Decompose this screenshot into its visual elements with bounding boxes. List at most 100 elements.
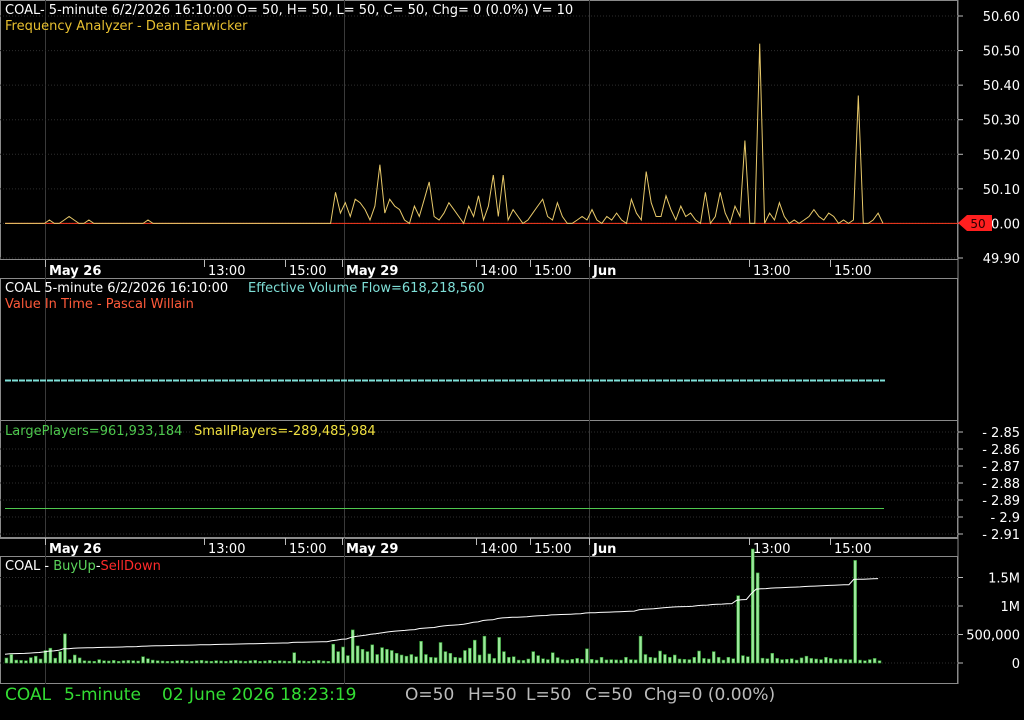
buyup-bar bbox=[151, 659, 155, 664]
buyup-bar bbox=[789, 658, 794, 664]
buyup-bar bbox=[526, 658, 531, 664]
buyup-bar bbox=[638, 635, 643, 664]
buyup-bar bbox=[341, 646, 345, 664]
buyup-bar bbox=[365, 651, 370, 664]
buyup-bar bbox=[629, 659, 633, 664]
buyup-bar bbox=[116, 660, 121, 664]
buyup-bar bbox=[53, 657, 57, 664]
buyup-bar bbox=[692, 656, 696, 664]
buyup-bar bbox=[190, 660, 194, 664]
buyup-bar bbox=[414, 656, 418, 664]
buyup-bar bbox=[194, 660, 199, 664]
buyup-bar bbox=[131, 660, 136, 664]
frequency-analyzer-line bbox=[5, 43, 884, 225]
buyup-bar bbox=[302, 660, 306, 664]
status-bar: COAL 5-minute 02 June 2026 18:23:19 O=50… bbox=[0, 684, 1024, 720]
buyup-bar bbox=[375, 654, 379, 664]
buyup-bar bbox=[785, 658, 789, 664]
y-tick-label: 50.50 bbox=[983, 45, 1020, 60]
price-marker-label: 50 bbox=[970, 217, 985, 231]
date-tick-label: 13:00 bbox=[208, 264, 245, 279]
buyup-bar bbox=[833, 659, 838, 664]
buyup-bar bbox=[433, 657, 438, 664]
buyup-bar bbox=[287, 660, 292, 664]
small-players-label: SmallPlayers=-289,485,984 bbox=[194, 424, 376, 439]
buyup-bar bbox=[687, 659, 692, 664]
buyup-bar bbox=[214, 660, 218, 664]
buyup-bar bbox=[29, 657, 33, 664]
buyup-bar bbox=[33, 655, 38, 664]
date-tick-label: 15:00 bbox=[534, 264, 571, 279]
buyup-bar bbox=[750, 548, 755, 664]
buyup-bar bbox=[511, 656, 516, 664]
date-tick-label: 13:00 bbox=[753, 264, 790, 279]
effective-volume-flow-label: Effective Volume Flow=618,218,560 bbox=[248, 281, 485, 296]
y-tick-label: 1M bbox=[1001, 600, 1021, 615]
buyup-bar bbox=[170, 660, 175, 664]
y-tick-label: - 2.9 bbox=[991, 511, 1021, 526]
buyup-bar bbox=[468, 647, 472, 664]
y-tick-label: - 2.91 bbox=[982, 528, 1020, 543]
buyup-bar bbox=[297, 660, 301, 664]
buyup-bar bbox=[541, 658, 545, 664]
buyup-bar bbox=[536, 655, 540, 664]
buyup-bar bbox=[424, 654, 428, 664]
buyup-bar bbox=[92, 660, 97, 664]
buyup-bar bbox=[175, 660, 179, 664]
status-symbol: COAL bbox=[5, 685, 52, 705]
date-tick-label: 15:00 bbox=[834, 264, 871, 279]
buyup-bar bbox=[472, 639, 477, 664]
buyup-bar bbox=[736, 595, 740, 664]
date-tick-label: 14:00 bbox=[480, 542, 517, 557]
date-axis-top: May 26 13:00 15:00 May 29 14:00 15:00 Jun 13:00… bbox=[0, 259, 958, 279]
panel2-header: COAL 5-minute 6/2/2026 16:10:00 bbox=[5, 281, 228, 296]
buyup-bar bbox=[775, 658, 779, 664]
status-interval: 5-minute bbox=[64, 685, 141, 705]
buyup-bar bbox=[4, 657, 9, 664]
buyup-bar bbox=[721, 659, 726, 664]
buyup-bar bbox=[448, 652, 453, 664]
buyup-bar bbox=[653, 657, 657, 664]
buyup-bar bbox=[731, 658, 735, 664]
buyup-bar bbox=[702, 658, 706, 664]
buyup-bar bbox=[248, 660, 253, 664]
buyup-bar bbox=[282, 660, 287, 664]
y-tick-label: 50.20 bbox=[983, 148, 1020, 163]
buyup-bar bbox=[780, 659, 784, 664]
buyup-bar bbox=[804, 655, 809, 664]
buyup-bar bbox=[419, 640, 423, 664]
buyup-bar bbox=[24, 660, 28, 664]
buyup-bar bbox=[77, 657, 82, 664]
buyup-bar bbox=[199, 660, 204, 664]
y-tick-label: - 2.88 bbox=[982, 477, 1020, 492]
buyup-bar bbox=[672, 654, 677, 664]
buyup-bar bbox=[663, 654, 667, 664]
buyup-bar bbox=[546, 659, 550, 664]
buyup-bar bbox=[458, 657, 462, 664]
buyup-bar bbox=[443, 651, 448, 664]
buyup-bar bbox=[272, 660, 277, 664]
buyup-bar bbox=[389, 650, 394, 664]
status-change: Chg=0 (0.00%) bbox=[644, 685, 776, 705]
buyup-bar bbox=[819, 659, 823, 664]
buyup-bar bbox=[619, 659, 623, 664]
buyup-bar bbox=[668, 656, 672, 664]
buyup-bar bbox=[516, 659, 521, 664]
buyup-bar bbox=[68, 659, 72, 664]
panel4-symbol: COAL - bbox=[5, 559, 53, 574]
buyup-bar bbox=[307, 660, 311, 664]
buyup-bar bbox=[716, 656, 721, 664]
buyup-bar bbox=[107, 660, 111, 664]
buyup-bar bbox=[497, 637, 501, 664]
y-tick-label: 0 bbox=[1012, 657, 1020, 672]
buyup-bar bbox=[614, 659, 618, 664]
buyup-bar bbox=[726, 656, 731, 664]
buyup-bar bbox=[697, 650, 701, 664]
y-tick-label: 50.60 bbox=[983, 10, 1020, 25]
buyup-bar bbox=[404, 655, 409, 664]
buyup-bar bbox=[482, 635, 487, 664]
buyup-bar bbox=[229, 660, 233, 664]
buyup-bar bbox=[316, 660, 321, 664]
buyup-bar bbox=[604, 659, 609, 664]
y-tick-label: - 2.87 bbox=[982, 460, 1020, 475]
